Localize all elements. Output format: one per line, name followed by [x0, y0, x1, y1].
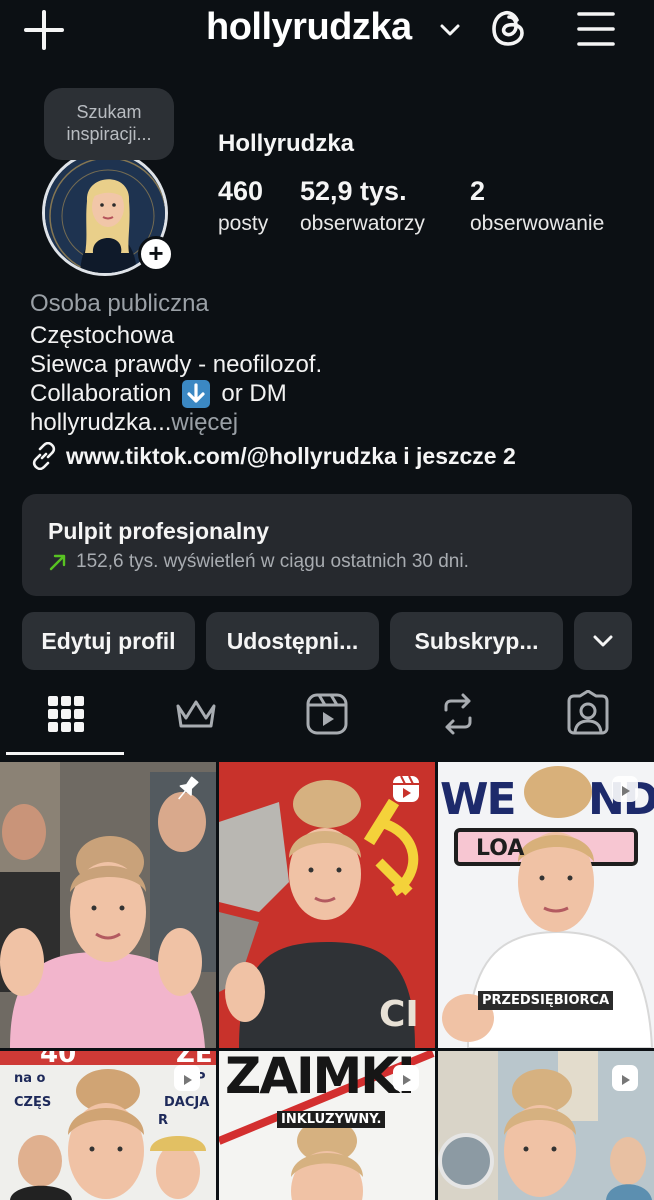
professional-dashboard[interactable]: Pulpit profesjonalny 152,6 tys. wyświetl…	[22, 494, 632, 596]
following-label[interactable]: obserwowanie	[470, 212, 604, 236]
grid-post-4[interactable]: 40 ZE na o CZĘS P DACJA R	[0, 1051, 216, 1200]
tile-4-right3: R	[158, 1113, 169, 1128]
suggestions-button[interactable]	[574, 612, 632, 670]
reel-icon	[612, 1065, 638, 1091]
grid-post-5[interactable]: ZAIMKI INKLUZYWNY.	[219, 1051, 435, 1200]
threads-icon[interactable]	[487, 6, 531, 50]
bio-truncated-text: hollyrudzka...	[30, 409, 172, 436]
more-link[interactable]: więcej	[171, 409, 238, 436]
top-bar: hollyrudzka	[0, 0, 654, 70]
tagged-icon[interactable]	[566, 690, 610, 738]
followers-label[interactable]: obserwatorzy	[300, 212, 425, 236]
bio-line-motto: Siewca prawdy - neofilozof.	[30, 351, 323, 378]
reel-icon	[174, 1065, 200, 1091]
posts-count[interactable]: 460	[218, 176, 263, 207]
username[interactable]: hollyrudzka	[206, 6, 412, 49]
dashboard-subtitle: 152,6 tys. wyświetleń w ciągu ostatnich …	[76, 551, 469, 572]
grid-post-1[interactable]	[0, 762, 216, 1048]
add-story-button[interactable]: +	[138, 236, 174, 272]
posts-label[interactable]: posty	[218, 212, 268, 236]
reposts-icon[interactable]	[436, 690, 480, 738]
crown-icon[interactable]	[174, 690, 218, 738]
chevron-down-icon	[593, 635, 613, 647]
following-count[interactable]: 2	[470, 176, 485, 207]
tile-4-top-left: 40	[40, 1051, 77, 1069]
plus-icon[interactable]	[22, 8, 66, 52]
grid-post-6[interactable]	[438, 1051, 654, 1200]
grid-post-2[interactable]: CI	[219, 762, 435, 1048]
tile-2-text: CI	[379, 994, 419, 1035]
trend-up-icon	[49, 554, 66, 571]
bio-line-collab: Collaboration or DM	[30, 379, 287, 408]
bio-collab-text: Collaboration	[30, 380, 172, 407]
active-tab-indicator	[6, 752, 124, 755]
bio-line-truncated: hollyrudzka...więcej	[30, 408, 238, 437]
tile-5-title: ZAIMKI	[225, 1051, 416, 1105]
dashboard-title: Pulpit profesjonalny	[48, 518, 270, 544]
dashboard-subtitle-row: 152,6 tys. wyświetleń w ciągu ostatnich …	[48, 551, 469, 573]
display-name: Hollyrudzka	[218, 130, 355, 157]
tile-4-line2: CZĘS	[14, 1095, 52, 1110]
profile-link-text[interactable]: www.tiktok.com/@hollyrudzka i jeszcze 2	[66, 443, 516, 470]
link-icon	[32, 442, 56, 470]
profile-note[interactable]: Szukam inspiracji...	[44, 88, 174, 160]
tile-3-box-text: LOA	[476, 836, 525, 861]
grid-icon[interactable]	[44, 690, 88, 738]
tile-4-right2: DACJA	[164, 1095, 210, 1110]
reels-icon[interactable]	[305, 690, 349, 738]
tile-5-subtitle: INKLUZYWNY.	[277, 1111, 386, 1128]
share-profile-button[interactable]: Udostępni...	[206, 612, 379, 670]
menu-icon[interactable]	[576, 10, 616, 48]
reel-icon	[612, 776, 638, 802]
bio-line-city: Częstochowa	[30, 322, 175, 349]
profile-category: Osoba publiczna	[30, 290, 209, 317]
tile-3-caption: PRZEDSIĘBIORCA	[478, 991, 614, 1010]
edit-profile-button[interactable]: Edytuj profil	[22, 612, 195, 670]
bio-collab-text-after: or DM	[221, 380, 287, 407]
followers-count[interactable]: 52,9 tys.	[300, 176, 407, 207]
profile-link[interactable]: www.tiktok.com/@hollyrudzka i jeszcze 2	[30, 442, 516, 470]
subscribe-button[interactable]: Subskryp...	[390, 612, 563, 670]
grid-post-3[interactable]: WE ND LOA PRZEDSIĘBIORCA	[438, 762, 654, 1048]
chevron-down-icon[interactable]	[438, 20, 462, 40]
reel-icon	[393, 775, 419, 802]
reel-icon	[393, 1065, 419, 1091]
down-arrow-emoji-icon	[182, 379, 211, 408]
tile-4-line1: na o	[14, 1071, 46, 1086]
tile-3-title-left: WE	[440, 774, 517, 825]
